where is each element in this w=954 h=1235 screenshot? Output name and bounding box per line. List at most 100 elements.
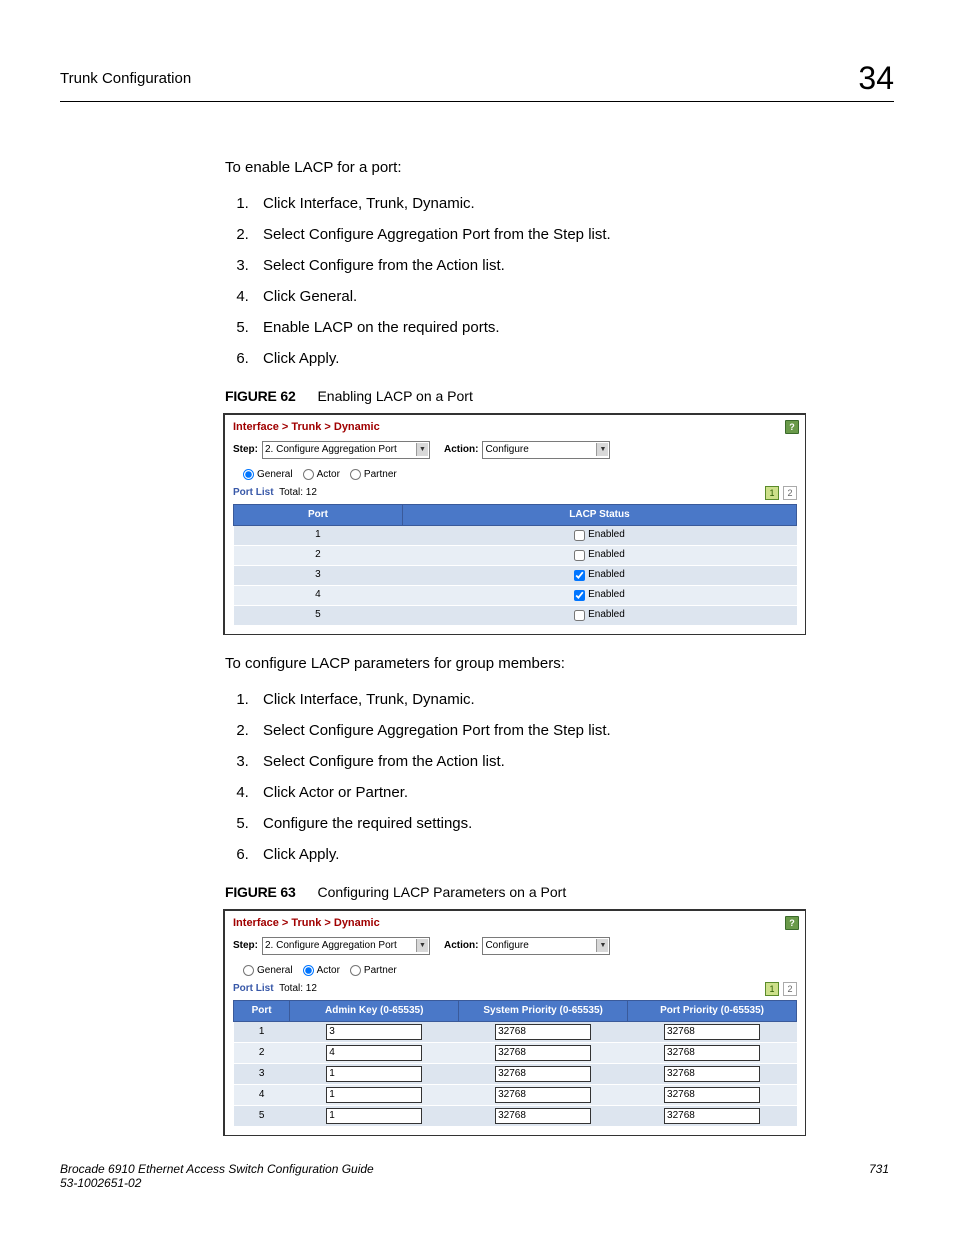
radio-partner[interactable]: Partner <box>350 468 397 482</box>
port-priority-input[interactable] <box>664 1087 760 1103</box>
table-row: 5 <box>234 1105 797 1126</box>
action-label: Action: <box>444 939 478 953</box>
action-select[interactable]: Configure <box>482 937 610 955</box>
step-item: Select Configure Aggregation Port from t… <box>253 720 894 741</box>
lacp-checkbox[interactable] <box>574 590 585 601</box>
step-item: Enable LACP on the required ports. <box>253 317 894 338</box>
admin-key-input[interactable] <box>326 1066 422 1082</box>
intro-text-2: To configure LACP parameters for group m… <box>225 653 894 674</box>
lacp-checkbox[interactable] <box>574 550 585 561</box>
figure-label: FIGURE 63 <box>225 884 296 900</box>
help-icon[interactable]: ? <box>785 420 799 434</box>
lacp-checkbox[interactable] <box>574 610 585 621</box>
radio-label: Partner <box>364 964 397 978</box>
lacp-label: Enabled <box>588 528 625 542</box>
portlist-label: Port List <box>233 487 274 498</box>
step-item: Click Apply. <box>253 348 894 369</box>
breadcrumb: Interface > Trunk > Dynamic <box>233 916 380 931</box>
step-label: Step: <box>233 939 258 953</box>
col-port: Port <box>234 1000 290 1021</box>
radio-actor[interactable]: Actor <box>303 468 340 482</box>
port-priority-input[interactable] <box>664 1045 760 1061</box>
portlist-total: Total: 12 <box>279 487 317 498</box>
port-cell: 1 <box>234 1021 290 1042</box>
table-row: 1 <box>234 1021 797 1042</box>
page-header-section: Trunk Configuration <box>60 70 191 87</box>
admin-key-input[interactable] <box>326 1024 422 1040</box>
radio-label: General <box>257 468 293 482</box>
radio-label: General <box>257 964 293 978</box>
admin-key-input[interactable] <box>326 1045 422 1061</box>
table-row: 3 <box>234 1063 797 1084</box>
lacp-checkbox[interactable] <box>574 570 585 581</box>
radio-label: Partner <box>364 468 397 482</box>
port-cell: 4 <box>234 1084 290 1105</box>
sys-priority-input[interactable] <box>495 1024 591 1040</box>
port-param-table: Port Admin Key (0-65535) System Priority… <box>233 1000 797 1127</box>
pager-page-2[interactable]: 2 <box>783 982 797 996</box>
sys-priority-input[interactable] <box>495 1045 591 1061</box>
col-port-priority: Port Priority (0-65535) <box>628 1000 797 1021</box>
radio-input[interactable] <box>303 469 314 480</box>
col-lacp-status: LACP Status <box>402 504 796 525</box>
col-port: Port <box>234 504 403 525</box>
action-select[interactable]: Configure <box>482 441 610 459</box>
port-cell: 3 <box>234 565 403 585</box>
port-priority-input[interactable] <box>664 1066 760 1082</box>
radio-partner[interactable]: Partner <box>350 964 397 978</box>
lacp-label: Enabled <box>588 608 625 622</box>
radio-input[interactable] <box>243 469 254 480</box>
pager: 1 2 <box>765 486 797 500</box>
table-row: 5 Enabled <box>234 605 797 625</box>
port-cell: 2 <box>234 1042 290 1063</box>
steps-list-1: Click Interface, Trunk, Dynamic. Select … <box>225 193 894 369</box>
port-priority-input[interactable] <box>664 1108 760 1124</box>
radio-input[interactable] <box>303 965 314 976</box>
step-item: Click Interface, Trunk, Dynamic. <box>253 193 894 214</box>
radio-general[interactable]: General <box>243 964 293 978</box>
table-row: 2 <box>234 1042 797 1063</box>
step-item: Select Configure from the Action list. <box>253 751 894 772</box>
footer-page-number: 731 <box>869 1162 889 1190</box>
chapter-number: 34 <box>858 60 894 97</box>
pager-page-1[interactable]: 1 <box>765 486 779 500</box>
step-item: Click Apply. <box>253 844 894 865</box>
port-cell: 4 <box>234 585 403 605</box>
sys-priority-input[interactable] <box>495 1066 591 1082</box>
step-item: Click General. <box>253 286 894 307</box>
port-cell: 2 <box>234 545 403 565</box>
radio-input[interactable] <box>350 469 361 480</box>
radio-actor[interactable]: Actor <box>303 964 340 978</box>
lacp-checkbox[interactable] <box>574 530 585 541</box>
pager: 1 2 <box>765 982 797 996</box>
radio-input[interactable] <box>243 965 254 976</box>
port-cell: 5 <box>234 605 403 625</box>
admin-key-input[interactable] <box>326 1108 422 1124</box>
radio-input[interactable] <box>350 965 361 976</box>
breadcrumb: Interface > Trunk > Dynamic <box>233 420 380 435</box>
step-label: Step: <box>233 443 258 457</box>
pager-page-1[interactable]: 1 <box>765 982 779 996</box>
step-item: Click Actor or Partner. <box>253 782 894 803</box>
intro-text-1: To enable LACP for a port: <box>225 157 894 178</box>
sys-priority-input[interactable] <box>495 1087 591 1103</box>
step-item: Select Configure Aggregation Port from t… <box>253 224 894 245</box>
lacp-label: Enabled <box>588 568 625 582</box>
steps-list-2: Click Interface, Trunk, Dynamic. Select … <box>225 689 894 865</box>
pager-page-2[interactable]: 2 <box>783 486 797 500</box>
lacp-label: Enabled <box>588 548 625 562</box>
table-row: 4 <box>234 1084 797 1105</box>
port-priority-input[interactable] <box>664 1024 760 1040</box>
sys-priority-input[interactable] <box>495 1108 591 1124</box>
figure-caption: Configuring LACP Parameters on a Port <box>317 884 566 900</box>
help-icon[interactable]: ? <box>785 916 799 930</box>
table-row: 4 Enabled <box>234 585 797 605</box>
step-item: Configure the required settings. <box>253 813 894 834</box>
radio-general[interactable]: General <box>243 468 293 482</box>
table-row: 1Enabled <box>234 525 797 545</box>
lacp-label: Enabled <box>588 588 625 602</box>
admin-key-input[interactable] <box>326 1087 422 1103</box>
step-select[interactable]: 2. Configure Aggregation Port <box>262 441 430 459</box>
step-select[interactable]: 2. Configure Aggregation Port <box>262 937 430 955</box>
figure-caption: Enabling LACP on a Port <box>317 388 472 404</box>
